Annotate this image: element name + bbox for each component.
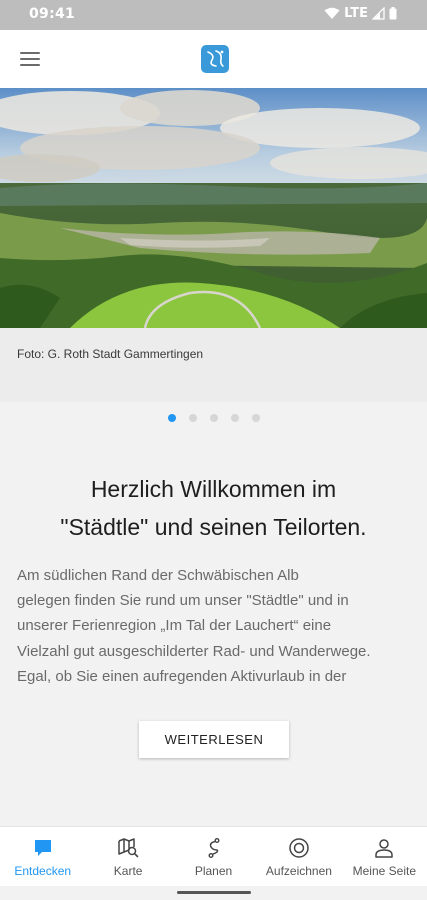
hero-image[interactable] bbox=[0, 88, 427, 328]
battery-icon bbox=[389, 7, 397, 20]
intro-text-line: Vielzahl gut ausgeschilderter Rad- und W… bbox=[17, 642, 371, 660]
screen: 09:41 LTE Foto: G. Roth Stadt Gammerting… bbox=[0, 0, 427, 900]
status-icons: LTE bbox=[324, 6, 397, 21]
nav-label: Aufzeichnen bbox=[265, 864, 332, 878]
welcome-headline: Herzlich Willkommen im "Städtle" und sei… bbox=[0, 470, 427, 546]
headline-line: Herzlich Willkommen im bbox=[90, 476, 337, 502]
nav-label: Karte bbox=[113, 864, 143, 878]
gesture-bar[interactable] bbox=[177, 891, 251, 894]
intro-text-line: Am südlichen Rand der Schwäbischen Alb bbox=[17, 567, 299, 584]
landscape-illustration bbox=[0, 88, 427, 328]
nav-item-meine-seite[interactable]: Meine Seite bbox=[342, 827, 427, 886]
nav-item-aufzeichnen[interactable]: Aufzeichnen bbox=[256, 827, 341, 886]
carousel-dot[interactable] bbox=[252, 414, 260, 422]
nav-item-planen[interactable]: Planen bbox=[171, 827, 256, 886]
intro-text: Am südlichen Rand der Schwäbischen Alb g… bbox=[17, 563, 417, 689]
headline-line: "Städtle" und seinen Teilorten. bbox=[60, 514, 367, 540]
chat-bubble-icon bbox=[34, 840, 51, 856]
person-icon bbox=[375, 839, 394, 858]
carousel-dot[interactable] bbox=[168, 414, 176, 422]
carousel-dot[interactable] bbox=[189, 414, 197, 422]
record-icon bbox=[289, 838, 309, 858]
route-icon bbox=[208, 838, 220, 859]
hamburger-menu-icon[interactable] bbox=[20, 52, 40, 66]
carousel-dots bbox=[168, 414, 260, 422]
nav-item-karte[interactable]: Karte bbox=[85, 827, 170, 886]
status-bar: 09:41 LTE bbox=[0, 0, 427, 30]
carousel-dot[interactable] bbox=[231, 414, 239, 422]
app-bar bbox=[0, 30, 427, 88]
network-label: LTE bbox=[344, 6, 368, 21]
nav-item-entdecken[interactable]: Entdecken bbox=[0, 827, 85, 886]
carousel-dot[interactable] bbox=[210, 414, 218, 422]
status-time: 09:41 bbox=[29, 6, 76, 22]
photo-caption: Foto: G. Roth Stadt Gammertingen bbox=[17, 347, 204, 361]
nav-label: Planen bbox=[194, 864, 233, 878]
caption-area: Foto: G. Roth Stadt Gammertingen bbox=[0, 328, 427, 402]
intro-text-line: gelegen finden Sie rund um unser "Städtl… bbox=[17, 592, 349, 610]
intro-text-line: Egal, ob Sie einen aufregenden Aktivurla… bbox=[17, 667, 347, 685]
wifi-icon bbox=[324, 7, 340, 19]
map-search-icon bbox=[118, 838, 139, 858]
nav-label: Entdecken bbox=[14, 864, 72, 878]
read-more-button[interactable]: WEITERLESEN bbox=[139, 721, 289, 758]
app-logo-icon bbox=[201, 45, 229, 73]
bottom-navigation: Entdecken Karte Planen Aufzeichnen Meine… bbox=[0, 826, 427, 886]
nav-label: Meine Seite bbox=[352, 864, 417, 878]
intro-text-line: unserer Ferienregion „Im Tal der Laucher… bbox=[17, 617, 332, 635]
signal-icon bbox=[372, 7, 385, 20]
